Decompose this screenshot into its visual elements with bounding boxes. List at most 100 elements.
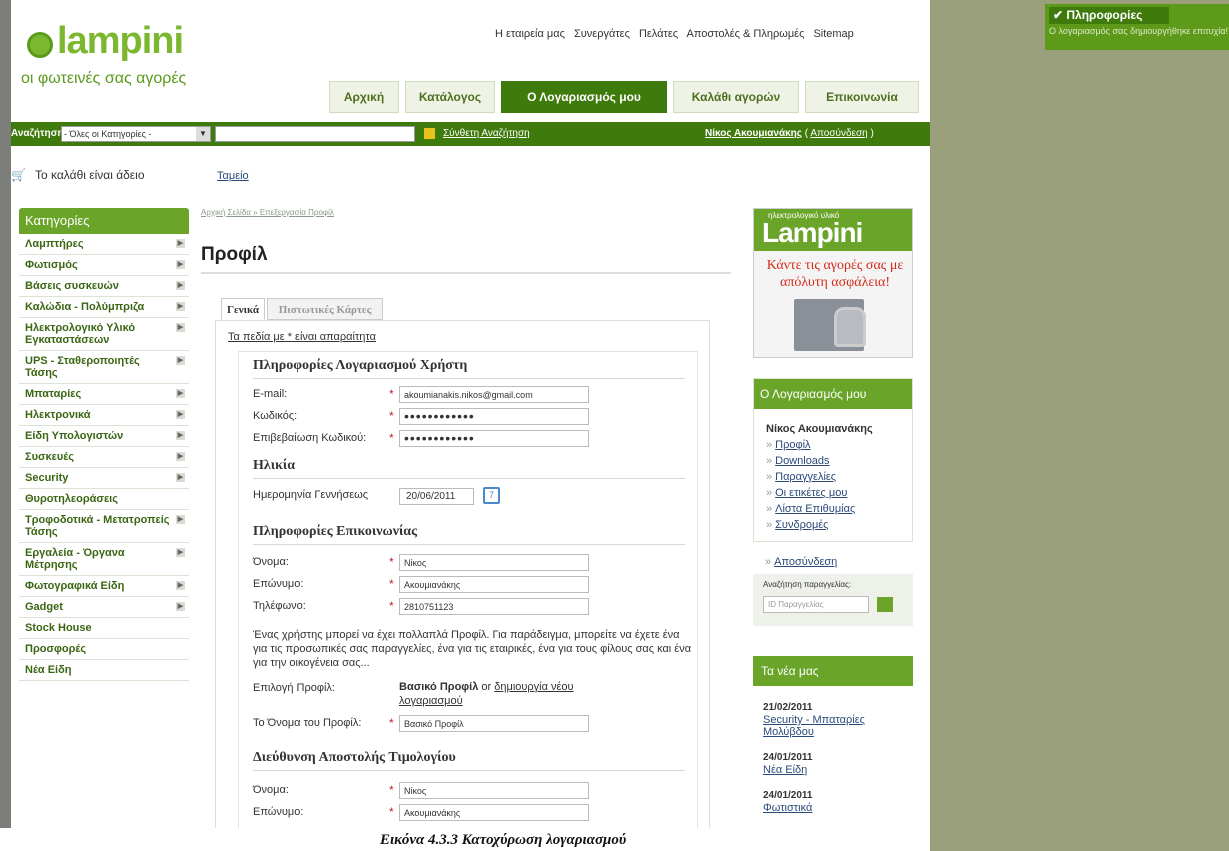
- banner-text: Κάντε τις αγορές σας με απόλυτη ασφάλεια…: [766, 258, 904, 290]
- title-divider: [201, 272, 731, 274]
- chevron-right-icon: ▶: [176, 389, 185, 398]
- account-link-logout[interactable]: » Αποσύνδεση: [765, 556, 837, 568]
- categories-title: Κατηγορίες: [19, 208, 189, 234]
- category-item[interactable]: Φωτογραφικά Είδη ▶: [19, 576, 189, 597]
- news-item[interactable]: 24/01/2011 Νέα Είδη: [763, 752, 913, 776]
- top-link-partners[interactable]: Συνεργάτες: [574, 28, 630, 40]
- tab-cart[interactable]: Καλάθι αγορών: [673, 81, 799, 113]
- order-search: Αναζήτηση παραγγελίας: ID Παραγγελίας: [753, 574, 913, 626]
- chevron-right-icon: ▶: [176, 356, 185, 365]
- breadcrumb-home[interactable]: Αρχική Σελίδα: [201, 208, 251, 217]
- dob-field[interactable]: 20/06/2011: [399, 488, 474, 505]
- email-field[interactable]: akoumianakis.nikos@gmail.com: [399, 386, 589, 403]
- calendar-icon[interactable]: 7: [483, 487, 500, 504]
- tab-my-account[interactable]: Ο Λογαριασμός μου: [501, 81, 667, 113]
- bulb-icon: [27, 32, 53, 58]
- required-fields-note: Τα πεδία με * είναι απαραίτητα: [228, 331, 376, 343]
- advanced-search-link[interactable]: Σύνθετη Αναζήτηση: [443, 128, 530, 139]
- billing-first-name-field[interactable]: Νίκος: [399, 782, 589, 799]
- category-select[interactable]: - Όλες οι Κατηγορίες - ▼: [61, 126, 211, 142]
- section-account: Πληροφορίες Λογαριασμού Χρήστη: [253, 358, 468, 373]
- account-link-profile[interactable]: » Προφίλ: [766, 439, 811, 451]
- search-bar: Αναζήτηση: - Όλες οι Κατηγορίες - ▼ Σύνθε…: [11, 122, 930, 146]
- chevron-right-icon: ▶: [176, 602, 185, 611]
- category-item[interactable]: Stock House: [19, 618, 189, 639]
- password-field[interactable]: ••••••••••••: [399, 408, 589, 425]
- top-link-shipping[interactable]: Αποστολές & Πληρωμές: [686, 28, 804, 40]
- category-item[interactable]: UPS - Σταθεροποιητές Τάσης ▶: [19, 351, 189, 384]
- category-item[interactable]: Νέα Είδη: [19, 660, 189, 681]
- news-item[interactable]: 21/02/2011 Security - Μπαταρίες Μολύβδου: [763, 702, 913, 738]
- category-item[interactable]: Security ▶: [19, 468, 189, 489]
- last-name-field[interactable]: Ακουμιανάκης: [399, 576, 589, 593]
- order-search-button[interactable]: [877, 597, 893, 612]
- selected-profile[interactable]: Βασικό Προφίλ: [399, 681, 478, 693]
- category-item[interactable]: Καλώδια - Πολύμπριζα ▶: [19, 297, 189, 318]
- search-label: Αναζήτηση:: [11, 128, 67, 139]
- search-input[interactable]: [215, 126, 415, 142]
- first-name-field[interactable]: Νίκος: [399, 554, 589, 571]
- logout-link[interactable]: Αποσύνδεση: [810, 128, 867, 139]
- user-greeting: Νίκος Ακουμιανάκης ( Αποσύνδεση ): [705, 128, 874, 139]
- account-link-downloads[interactable]: » Downloads: [766, 455, 830, 467]
- categories-menu: Κατηγορίες Λαμπτήρες ▶ Φωτισμός ▶ Βάσεις συσ…: [19, 208, 189, 681]
- tab-home[interactable]: Αρχική: [329, 81, 399, 113]
- news-link[interactable]: Security - Μπαταρίες Μολύβδου: [763, 714, 913, 738]
- category-item[interactable]: Εργαλεία - Όργανα Μέτρησης ▶: [19, 543, 189, 576]
- news-item[interactable]: 24/01/2011 Φωτιστικά: [763, 790, 913, 814]
- category-item[interactable]: Λαμπτήρες ▶: [19, 234, 189, 255]
- select-profile-label: Επιλογή Προφίλ:: [253, 682, 335, 694]
- required-star: *: [389, 387, 394, 401]
- checkout-link[interactable]: Ταμείο: [217, 170, 249, 182]
- category-item[interactable]: Τροφοδοτικά - Μετατροπείς Τάσης ▶: [19, 510, 189, 543]
- news-link[interactable]: Νέα Είδη: [763, 764, 913, 776]
- category-item[interactable]: Φωτισμός ▶: [19, 255, 189, 276]
- category-label: Ηλεκτρονικά: [25, 409, 91, 421]
- security-banner[interactable]: ηλεκτρολογικό υλικό Lampini Κάντε τις αγ…: [753, 208, 913, 358]
- category-label: Gadget: [25, 601, 63, 613]
- username-link[interactable]: Νίκος Ακουμιανάκης: [705, 128, 802, 139]
- tab-catalog[interactable]: Κατάλογος: [405, 81, 495, 113]
- phone-field[interactable]: 2810751123: [399, 598, 589, 615]
- category-item[interactable]: Μπαταρίες ▶: [19, 384, 189, 405]
- account-link-orders[interactable]: » Παραγγελίες: [766, 471, 836, 483]
- top-link-clients[interactable]: Πελάτες: [639, 28, 678, 40]
- tab-general[interactable]: Γενικά: [221, 298, 265, 320]
- news-date: 21/02/2011: [763, 702, 813, 713]
- chevron-right-icon: ▶: [176, 260, 185, 269]
- chevron-right-icon: ▶: [176, 323, 185, 332]
- tab-credit-cards[interactable]: Πιστωτικές Κάρτες: [267, 298, 383, 320]
- search-go-button[interactable]: [424, 128, 435, 139]
- notification-popup[interactable]: ✔ Πληροφορίες Ο λογαριασμός σας δημιουργ…: [1045, 4, 1229, 50]
- required-star: *: [389, 577, 394, 591]
- confirm-password-label: Επιβεβαίωση Κωδικού:: [253, 432, 367, 444]
- category-item[interactable]: Ηλεκτρονικά ▶: [19, 405, 189, 426]
- category-item[interactable]: Θυροτηλεοράσεις: [19, 489, 189, 510]
- category-item[interactable]: Ηλεκτρολογικό Υλικό Εγκαταστάσεων ▶: [19, 318, 189, 351]
- account-link-wishlist[interactable]: » Λίστα Επιθυμίας: [766, 503, 855, 515]
- billing-last-name-field[interactable]: Ακουμιανάκης: [399, 804, 589, 821]
- category-label: Νέα Είδη: [25, 664, 72, 676]
- order-id-input[interactable]: ID Παραγγελίας: [763, 596, 869, 613]
- category-item[interactable]: Συσκευές ▶: [19, 447, 189, 468]
- top-link-sitemap[interactable]: Sitemap: [813, 28, 853, 40]
- category-item[interactable]: Βάσεις συσκευών ▶: [19, 276, 189, 297]
- cart-empty-text: Το καλάθι είναι άδειο: [35, 168, 145, 182]
- category-item[interactable]: Προσφορές: [19, 639, 189, 660]
- notification-title-text: Πληροφορίες: [1066, 8, 1143, 22]
- section-divider: [253, 770, 685, 771]
- cart-icon[interactable]: 🛒: [11, 168, 26, 182]
- account-link-subscriptions[interactable]: » Συνδρομές: [766, 519, 828, 531]
- tab-contact[interactable]: Επικοινωνία: [805, 81, 919, 113]
- category-item[interactable]: Gadget ▶: [19, 597, 189, 618]
- confirm-password-field[interactable]: ••••••••••••: [399, 430, 589, 447]
- dob-label: Ημερομηνία Γεννήσεως: [253, 489, 369, 501]
- top-links: Η εταιρεία μας Συνεργάτες Πελάτες Αποστο…: [495, 28, 860, 40]
- top-link-company[interactable]: Η εταιρεία μας: [495, 28, 565, 40]
- category-label: Τροφοδοτικά - Μετατροπείς Τάσης: [25, 514, 170, 538]
- profile-name-field[interactable]: Βασικό Προφίλ: [399, 715, 589, 732]
- news-link[interactable]: Φωτιστικά: [763, 802, 913, 814]
- required-star: *: [389, 716, 394, 730]
- account-link-tags[interactable]: » Οι ετικέτες μου: [766, 487, 847, 499]
- category-item[interactable]: Είδη Υπολογιστών ▶: [19, 426, 189, 447]
